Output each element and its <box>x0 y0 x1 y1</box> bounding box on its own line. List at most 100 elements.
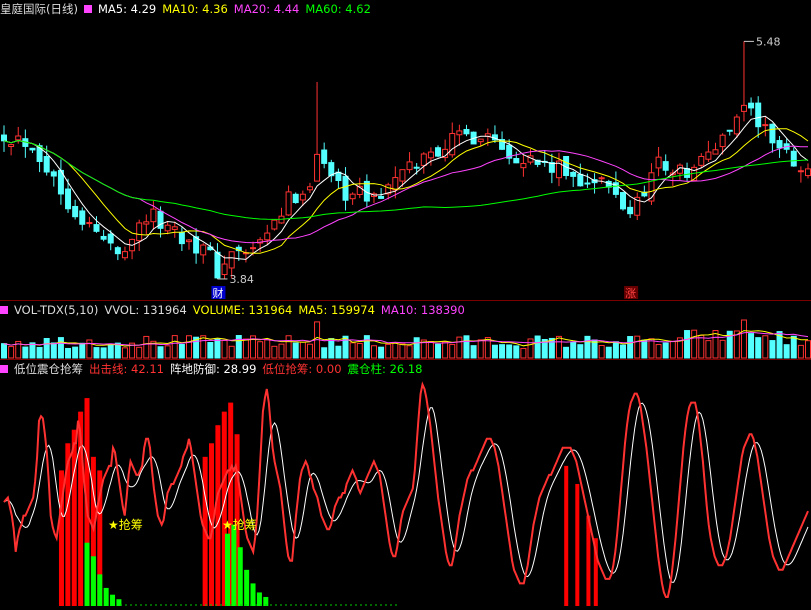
volume-bar <box>698 334 705 359</box>
volume-bar <box>399 343 406 359</box>
volume-bar <box>299 341 306 359</box>
volume-bar <box>577 344 584 359</box>
volume-bar <box>406 345 413 359</box>
volume-bar <box>22 346 29 359</box>
volume-bar <box>86 339 93 359</box>
volume-bar <box>413 337 420 359</box>
volume-bar <box>271 345 278 359</box>
volume-bar <box>555 335 562 359</box>
candle-body <box>314 153 321 182</box>
volume-bar <box>491 344 498 359</box>
candle-body <box>392 177 399 191</box>
shake-bar <box>224 533 230 606</box>
volume-bar <box>691 329 698 359</box>
volume-bar <box>435 343 442 359</box>
shake-bar <box>90 556 96 606</box>
grab-signal-label: ★抢筹 <box>108 517 143 532</box>
volume-bar <box>1 343 7 359</box>
candle-body <box>755 102 762 128</box>
candle-body <box>321 149 328 164</box>
volume-bar <box>392 342 399 359</box>
volume-bar <box>648 338 655 359</box>
volume-bar <box>278 343 285 359</box>
volume-bar <box>328 338 335 359</box>
volume-bar <box>790 335 797 359</box>
volume-bar <box>427 341 434 359</box>
volume-bar <box>100 347 107 359</box>
volume-bar <box>370 345 377 359</box>
volume-bar <box>143 335 150 359</box>
candle-body <box>420 153 427 166</box>
volume-bar <box>783 344 790 359</box>
volume-bar <box>136 346 143 359</box>
candle-body <box>406 161 413 171</box>
finance-marker-label: 财 <box>212 286 223 300</box>
candle-body <box>648 172 655 202</box>
defense-line <box>3 402 809 583</box>
volume-bar <box>36 346 43 359</box>
candle-body <box>29 147 36 151</box>
candle-body <box>463 128 470 135</box>
candle-body <box>805 168 811 177</box>
volume-bar <box>627 336 634 359</box>
candle-body <box>15 135 22 141</box>
candle-body <box>171 226 178 230</box>
volume-bar <box>762 335 769 359</box>
volume-bar <box>349 342 356 359</box>
volume-bar <box>200 335 207 359</box>
candle-body <box>769 123 776 144</box>
volume-bar <box>797 344 804 359</box>
shake-bar <box>84 542 90 606</box>
volume-bar <box>29 342 36 359</box>
candle-body <box>790 150 797 167</box>
volume-bar <box>214 338 221 359</box>
candle-body <box>520 163 527 169</box>
candle-body <box>712 149 719 155</box>
volume-bar <box>584 335 591 359</box>
candle-body <box>285 191 292 216</box>
candle-body <box>577 173 584 187</box>
volume-bar <box>228 345 235 359</box>
candle-body <box>733 116 740 135</box>
candle-body <box>8 144 15 147</box>
candle-body <box>726 129 733 132</box>
volume-bar <box>385 343 392 359</box>
volume-bar <box>449 343 456 359</box>
shake-bar <box>110 594 116 606</box>
volume-bar <box>285 335 292 359</box>
candle-body <box>705 151 712 160</box>
candle-body <box>43 155 50 173</box>
candle-body <box>456 130 463 136</box>
candle-body <box>164 224 171 232</box>
volume-bar <box>242 338 249 359</box>
candle-body <box>100 235 107 240</box>
candle-body <box>719 134 726 148</box>
volume-bar <box>157 346 164 359</box>
volume-bar <box>548 337 555 359</box>
volume-bar <box>356 343 363 359</box>
volume-bar <box>185 335 192 359</box>
candle-body <box>250 247 257 250</box>
candle-body <box>435 147 442 157</box>
volume-bar <box>669 340 676 359</box>
candle-body <box>427 151 434 159</box>
candle-body <box>762 124 769 127</box>
stock-chart[interactable]: 5.48 3.84 财 涨 ★抢筹 ★抢筹 <box>0 0 811 610</box>
volume-bar <box>65 347 72 359</box>
candle-body <box>570 171 577 177</box>
volume-bar <box>121 347 128 359</box>
out-line <box>3 381 809 598</box>
volume-bar <box>456 336 463 359</box>
volume-bar <box>442 341 449 359</box>
candle-body <box>740 104 747 112</box>
candle-body <box>1 134 7 142</box>
candle-body <box>698 155 705 166</box>
volume-bar <box>378 346 385 359</box>
candle-body <box>136 222 143 242</box>
volume-bar <box>641 339 648 359</box>
volume-bar <box>470 345 477 359</box>
volume-bar <box>321 347 328 359</box>
candle-body <box>399 169 406 182</box>
volume-bar <box>748 333 755 359</box>
shake-bar <box>250 583 256 606</box>
